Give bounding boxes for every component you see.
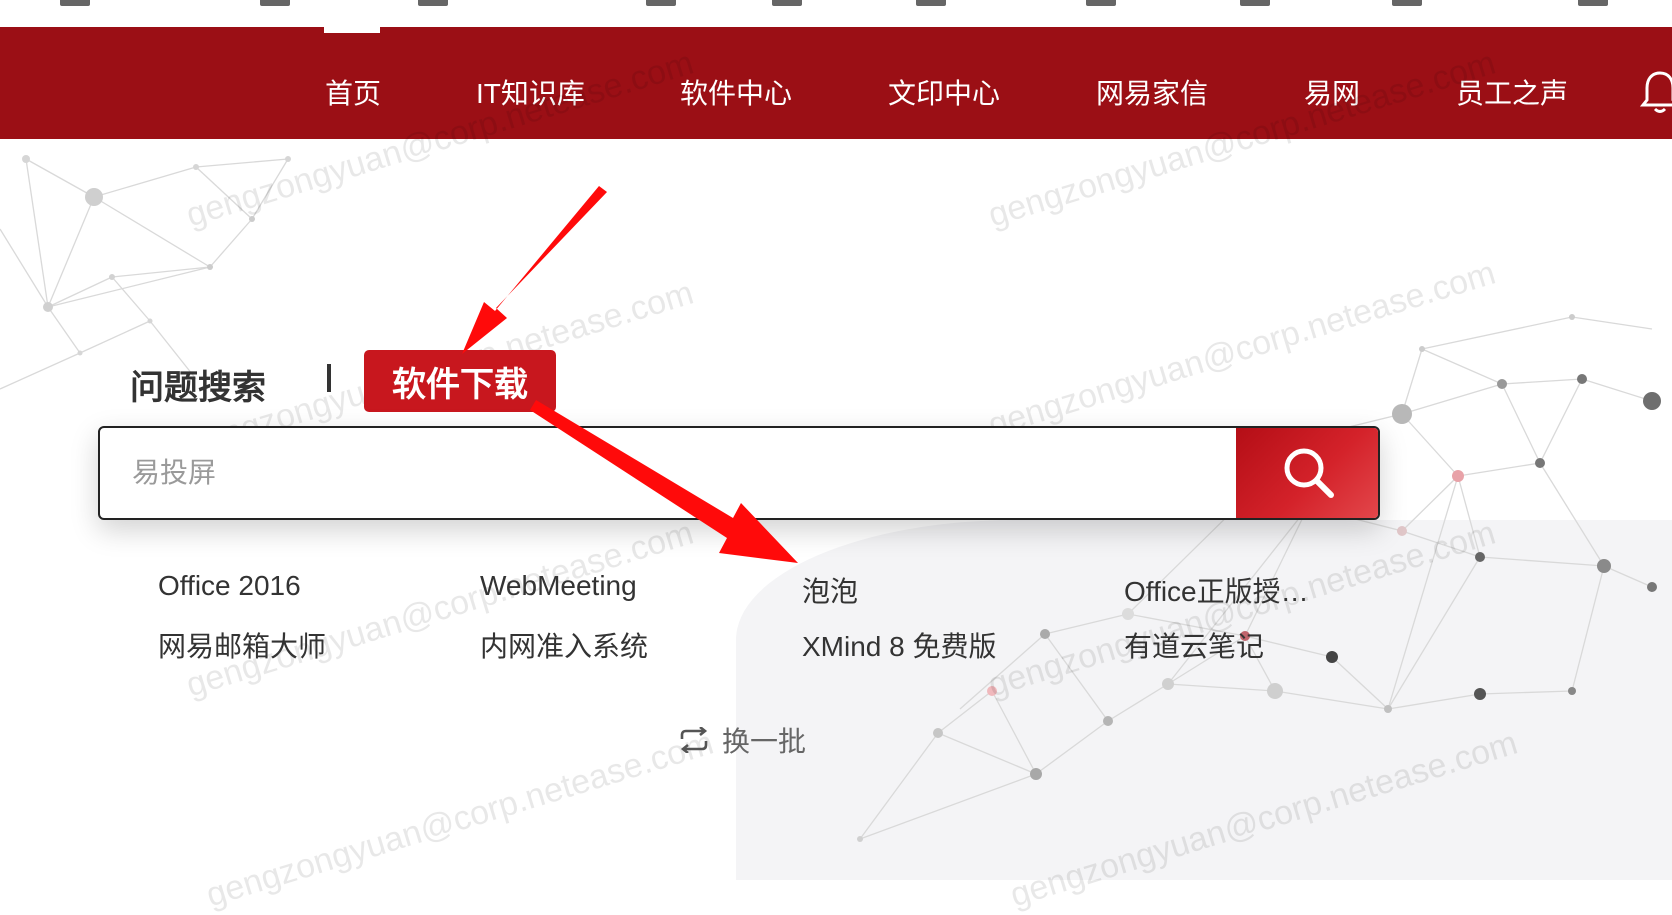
suggestion-link[interactable]: Office 2016 <box>158 570 301 602</box>
suggestion-link[interactable]: XMind 8 免费版 <box>802 625 997 665</box>
suggestion-link[interactable]: WebMeeting <box>480 570 637 602</box>
bookmark-icon[interactable] <box>1086 0 1116 6</box>
nav-active-indicator <box>324 27 380 33</box>
refresh-button[interactable]: 换一批 <box>678 720 806 760</box>
nav-item-employee-voice[interactable]: 员工之声 <box>1456 72 1568 112</box>
top-navbar: 首页 IT知识库 软件中心 文印中心 网易家信 易网 员工之声 <box>0 27 1672 139</box>
bookmark-icon[interactable] <box>418 0 448 6</box>
nav-item-software-center[interactable]: 软件中心 <box>680 72 792 112</box>
bookmark-icon[interactable] <box>916 0 946 6</box>
search-box <box>98 426 1380 520</box>
bookmark-icon[interactable] <box>1392 0 1422 6</box>
search-icon <box>1284 448 1334 498</box>
bookmark-icon[interactable] <box>260 0 290 6</box>
nav-item-print-center[interactable]: 文印中心 <box>888 72 1000 112</box>
nav-item-yiwang[interactable]: 易网 <box>1304 72 1360 112</box>
nav-item-home[interactable]: 首页 <box>325 72 381 112</box>
suggestion-link[interactable]: Office正版授… <box>1124 570 1309 610</box>
suggestion-link[interactable]: 泡泡 <box>802 570 858 610</box>
nav-item-it-knowledge[interactable]: IT知识库 <box>476 72 585 112</box>
suggestion-link[interactable]: 网易邮箱大师 <box>158 625 326 665</box>
suggestion-link[interactable]: 内网准入系统 <box>480 625 648 665</box>
bookmark-icon[interactable] <box>60 0 90 6</box>
browser-bookmarks-strip <box>0 0 1672 28</box>
search-input[interactable] <box>100 428 1234 518</box>
tab-software-download[interactable]: 软件下载 <box>364 350 556 412</box>
nav-item-netease-letter[interactable]: 网易家信 <box>1096 72 1208 112</box>
tab-question-search[interactable]: 问题搜索 <box>130 360 266 409</box>
tab-separator <box>327 364 331 392</box>
bookmark-icon[interactable] <box>1578 0 1608 6</box>
bookmark-icon[interactable] <box>772 0 802 6</box>
bookmark-icon[interactable] <box>646 0 676 6</box>
bell-icon[interactable] <box>1640 67 1672 117</box>
refresh-icon <box>680 727 708 753</box>
refresh-label: 换一批 <box>722 726 807 757</box>
bookmark-icon[interactable] <box>1240 0 1270 6</box>
search-button[interactable] <box>1236 428 1378 518</box>
suggestion-link[interactable]: 有道云笔记 <box>1124 625 1264 665</box>
